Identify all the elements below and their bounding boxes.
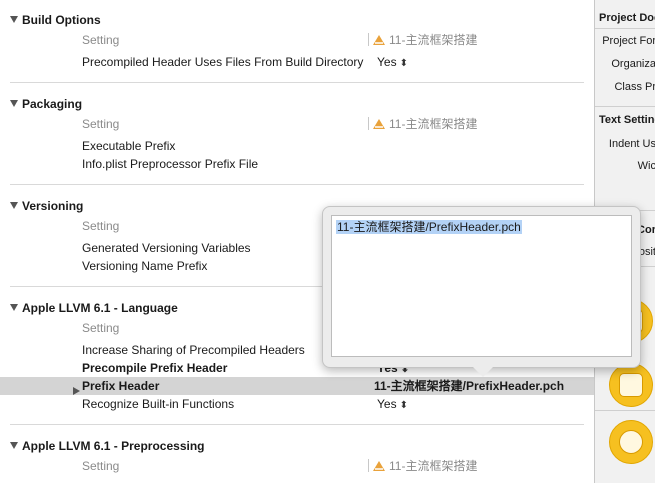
target-column-header: 11-主流框架搭建 — [368, 457, 477, 475]
section-divider — [10, 82, 584, 83]
setting-value[interactable]: Yes ⬍ — [377, 53, 408, 73]
inspector-label-widths: Wic — [637, 160, 655, 172]
setting-row-infoplist-prefix-file[interactable]: Info.plist Preprocessor Prefix File — [0, 155, 594, 173]
disclosure-triangle-icon[interactable] — [10, 442, 18, 449]
disclosure-triangle-icon[interactable] — [10, 100, 18, 107]
column-header-row: Setting 11-主流框架搭建 — [82, 457, 478, 475]
section-header-packaging[interactable]: Packaging — [10, 96, 82, 112]
target-app-icon — [373, 35, 385, 45]
target-app-icon — [373, 461, 385, 471]
library-media-icon[interactable] — [609, 420, 653, 464]
inspector-label-class-prefix: Class Pr — [614, 81, 655, 93]
section-header-llvm-preprocessing[interactable]: Apple LLVM 6.1 - Preprocessing — [10, 438, 204, 454]
inspector-label-project-format: Project For — [602, 35, 655, 47]
prefix-header-edit-popover: 11-主流框架搭建/PrefixHeader.pch — [322, 206, 641, 377]
section-header-build-options[interactable]: Build Options — [10, 12, 101, 28]
target-column-header: 11-主流框架搭建 — [368, 115, 477, 133]
disclosure-triangle-icon[interactable] — [10, 304, 18, 311]
setting-row-precompiled-header-build-dir[interactable]: Precompiled Header Uses Files From Build… — [0, 53, 594, 71]
setting-row-recognize-builtins[interactable]: Recognize Built-in Functions Yes ⬍ — [0, 395, 594, 413]
inspector-heading-project-document: Project Doc — [599, 12, 655, 24]
section-header-versioning[interactable]: Versioning — [10, 198, 83, 214]
inspector-heading-text-settings: Text Setting — [599, 114, 655, 126]
section-header-llvm-language[interactable]: Apple LLVM 6.1 - Language — [10, 300, 178, 316]
setting-value[interactable]: Yes ⬍ — [377, 395, 408, 415]
stepper-icon: ⬍ — [399, 400, 408, 411]
section-divider — [10, 184, 584, 185]
section-divider — [10, 424, 584, 425]
setting-value[interactable]: 11-主流框架搭建/PrefixHeader.pch — [374, 377, 564, 395]
target-column-header: 11-主流框架搭建 — [368, 31, 477, 49]
disclosure-triangle-icon[interactable] — [10, 16, 18, 23]
setting-row-executable-prefix[interactable]: Executable Prefix — [0, 137, 594, 155]
disclosure-triangle-icon[interactable] — [10, 202, 18, 209]
library-view-icon[interactable] — [609, 363, 653, 407]
column-header-row: Setting 11-主流框架搭建 — [82, 115, 478, 133]
setting-row-prefix-header[interactable]: Prefix Header 11-主流框架搭建/PrefixHeader.pch — [0, 377, 594, 395]
prefix-header-text-field[interactable]: 11-主流框架搭建/PrefixHeader.pch — [331, 215, 632, 357]
column-header-row: Setting 11-主流框架搭建 — [82, 31, 478, 49]
stepper-icon: ⬍ — [399, 58, 408, 69]
inspector-label-osit: osit — [638, 246, 655, 258]
target-app-icon — [373, 119, 385, 129]
inspector-label-organization: Organiza — [611, 58, 655, 70]
popover-arrow — [473, 367, 493, 377]
inspector-label-indent-using: Indent Us — [608, 138, 655, 150]
